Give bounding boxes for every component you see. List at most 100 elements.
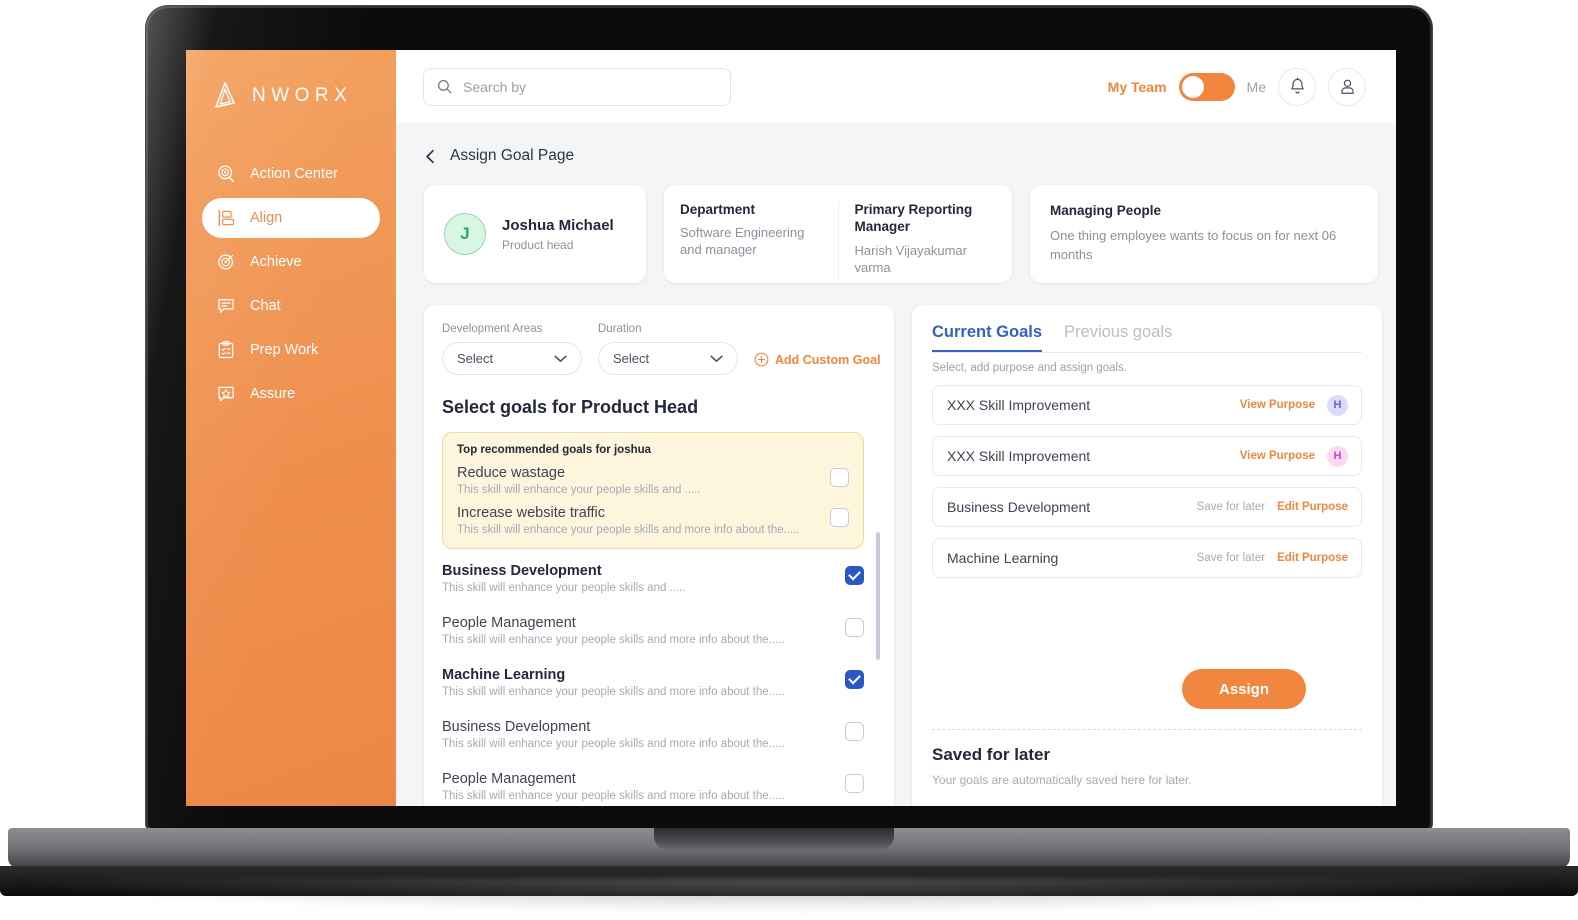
recommended-goals-heading: Top recommended goals for joshua	[457, 444, 652, 456]
summary-cards: J Joshua Michael Product head Department…	[396, 165, 1396, 283]
recommended-goal-row[interactable]: Reduce wastage This skill will enhance y…	[457, 456, 849, 496]
goal-checkbox[interactable]	[845, 722, 864, 741]
goal-text: People Management This skill will enhanc…	[442, 615, 845, 646]
goal-checkbox[interactable]	[845, 566, 864, 585]
save-for-later-link[interactable]: Save for later	[1197, 552, 1265, 564]
duration-value: Select	[613, 351, 650, 366]
goal-list: Business Development This skill will enh…	[442, 563, 864, 802]
assigned-goal-row[interactable]: Machine Learning Save for later Edit Pur…	[932, 538, 1362, 578]
brand-name: NWORX	[252, 85, 353, 106]
chevron-down-icon	[710, 355, 723, 362]
goal-text: Business Development This skill will enh…	[442, 563, 845, 594]
sidebar-item-achieve[interactable]: Achieve	[202, 242, 380, 282]
nworx-logo-icon	[215, 82, 235, 108]
sidebar-item-chat[interactable]: Chat	[202, 286, 380, 326]
sidebar-item-action-center[interactable]: Action Center	[202, 154, 380, 194]
assigned-goal-name: Business Development	[947, 499, 1091, 515]
goal-name: Machine Learning	[442, 667, 566, 683]
toggle-label-me[interactable]: Me	[1247, 79, 1266, 95]
goal-list-item[interactable]: People Management This skill will enhanc…	[442, 771, 864, 802]
sidebar-item-label: Achieve	[250, 254, 302, 270]
focus-title: Managing People	[1050, 203, 1162, 218]
assigned-goal-row[interactable]: XXX Skill Improvement View Purpose H	[932, 385, 1362, 425]
focus-body: One thing employee wants to focus on for…	[1050, 228, 1337, 262]
goal-description: This skill will enhance your people skil…	[442, 634, 785, 646]
assign-button[interactable]: Assign	[1182, 669, 1306, 709]
development-areas-value: Select	[457, 351, 494, 366]
profile-button[interactable]	[1328, 67, 1366, 106]
breadcrumb: Assign Goal Page	[396, 123, 1396, 165]
star-badge-icon	[218, 386, 234, 402]
person-role: Product head	[502, 237, 574, 252]
goal-text: Business Development This skill will enh…	[442, 719, 845, 750]
sidebar-item-prep-work[interactable]: Prep Work	[202, 330, 380, 370]
edit-purpose-link[interactable]: Edit Purpose	[1277, 501, 1348, 513]
sidebar: NWORX Action Center Align Achieve Chat P…	[186, 50, 396, 806]
goal-name: Reduce wastage	[457, 465, 566, 481]
assigned-goal-name: XXX Skill Improvement	[947, 397, 1091, 413]
save-for-later-link[interactable]: Save for later	[1197, 501, 1265, 513]
align-blocks-icon	[218, 209, 235, 227]
development-areas-label: Development Areas	[442, 323, 543, 335]
notifications-button[interactable]	[1278, 67, 1316, 106]
goal-list-item[interactable]: People Management This skill will enhanc…	[442, 615, 864, 646]
view-purpose-link[interactable]: View Purpose	[1240, 450, 1315, 462]
assigned-goal-row[interactable]: XXX Skill Improvement View Purpose H	[932, 436, 1362, 476]
manager-value: Harish Vijayakumar varma	[854, 242, 967, 275]
goal-checkbox[interactable]	[830, 508, 849, 527]
goal-name: Increase website traffic	[457, 505, 606, 521]
goal-list-scrollbar[interactable]	[876, 532, 880, 660]
goal-name: People Management	[442, 771, 576, 787]
sidebar-item-label: Prep Work	[250, 342, 319, 358]
goal-text: People Management This skill will enhanc…	[442, 771, 845, 802]
search-icon	[438, 80, 452, 94]
chevron-left-icon[interactable]	[424, 149, 437, 164]
view-purpose-link[interactable]: View Purpose	[1240, 399, 1315, 411]
goal-checkbox[interactable]	[845, 618, 864, 637]
brand-logo[interactable]: NWORX	[186, 50, 396, 112]
topbar-actions: My Team Me	[1108, 67, 1396, 106]
tab-previous-goals[interactable]: Previous goals	[1064, 323, 1172, 352]
goal-name: People Management	[442, 615, 576, 631]
team-me-toggle[interactable]	[1178, 72, 1235, 101]
tab-current-goals[interactable]: Current Goals	[932, 323, 1043, 352]
goal-name: Business Development	[442, 563, 602, 579]
edit-purpose-link[interactable]: Edit Purpose	[1277, 552, 1348, 564]
sidebar-item-align[interactable]: Align	[202, 198, 380, 238]
add-custom-goal-button[interactable]: Add Custom Goal	[754, 352, 881, 367]
focus-card: Managing People One thing employee wants…	[1030, 185, 1378, 283]
goal-list-item[interactable]: Business Development This skill will enh…	[442, 563, 864, 594]
department-value: Software Engineering and manager	[680, 225, 805, 258]
goal-text: Reduce wastage This skill will enhance y…	[457, 465, 830, 496]
goal-checkbox[interactable]	[830, 468, 849, 487]
goal-checkbox[interactable]	[845, 670, 864, 689]
goal-description: This skill will enhance your people skil…	[442, 738, 785, 750]
panels: Development Areas Select Duration Select…	[396, 283, 1396, 806]
sidebar-item-assure[interactable]: Assure	[202, 374, 380, 414]
goal-description: This skill will enhance your people skil…	[457, 484, 701, 496]
manager-label: Primary Reporting Manager	[854, 202, 973, 235]
laptop-notch	[654, 828, 894, 850]
goal-checkbox[interactable]	[845, 774, 864, 793]
sidebar-item-label: Align	[250, 210, 283, 226]
section-divider	[932, 729, 1362, 730]
duration-select[interactable]: Select	[598, 342, 738, 375]
goal-list-item[interactable]: Business Development This skill will enh…	[442, 719, 864, 750]
select-goals-title: Select goals for Product Head	[442, 397, 699, 417]
saved-for-later-subtitle: Your goals are automatically saved here …	[932, 773, 1192, 787]
goal-description: This skill will enhance your people skil…	[442, 790, 785, 802]
plus-circle-icon	[754, 352, 769, 367]
development-areas-select[interactable]: Select	[442, 342, 582, 375]
top-bar: My Team Me	[396, 50, 1396, 123]
recommended-goal-row[interactable]: Increase website traffic This skill will…	[457, 496, 849, 536]
laptop-shadow	[20, 878, 1558, 912]
sidebar-item-label: Chat	[250, 298, 281, 314]
goal-list-item[interactable]: Machine Learning This skill will enhance…	[442, 667, 864, 698]
search-input[interactable]	[463, 78, 703, 95]
goal-description: This skill will enhance your people skil…	[442, 686, 785, 698]
search-box[interactable]	[423, 67, 731, 106]
assignee-badge: H	[1327, 394, 1348, 416]
assigned-goal-row[interactable]: Business Development Save for later Edit…	[932, 487, 1362, 527]
target-icon	[218, 254, 234, 270]
toggle-label-my-team[interactable]: My Team	[1108, 79, 1167, 95]
